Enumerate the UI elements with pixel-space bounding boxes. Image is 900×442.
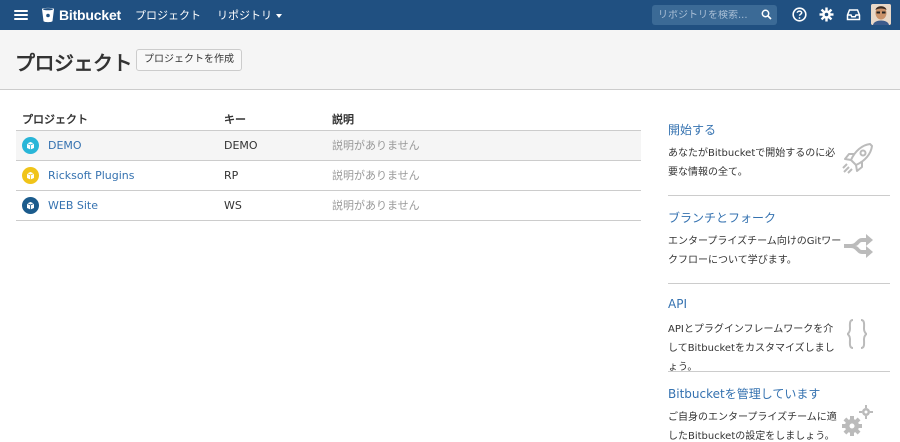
getting-started-sidebar: 開始する あなたがBitbucketで開始するのに必要な情報の全て。 ブランチと… — [668, 108, 890, 442]
column-header-project[interactable]: プロジェクト — [16, 108, 218, 131]
bitbucket-logo[interactable]: Bitbucket — [41, 7, 121, 23]
project-link[interactable]: WEB Site — [22, 196, 212, 214]
tip-title-link[interactable]: API — [668, 297, 687, 311]
table-header-row: プロジェクト キー 説明 — [16, 108, 641, 131]
project-name: WEB Site — [48, 198, 98, 212]
table-row[interactable]: Ricksoft Plugins RP 説明がありません — [16, 160, 641, 191]
brand-name: Bitbucket — [59, 7, 121, 23]
inbox-icon[interactable] — [846, 7, 861, 22]
chevron-down-icon — [276, 14, 282, 18]
gears-icon — [842, 405, 873, 436]
nav-projects-link[interactable]: プロジェクト — [135, 7, 201, 23]
tip-administration: Bitbucketを管理しています ご自身のエンタープライズチームに適したBit… — [668, 372, 890, 442]
nav-repositories-menu[interactable]: リポジトリ — [217, 7, 282, 23]
project-name-cell: Ricksoft Plugins — [16, 160, 218, 191]
column-header-description: 説明 — [326, 108, 641, 131]
help-icon[interactable] — [792, 7, 807, 22]
tip-description: APIとプラグインフレームワークを介してBitbucketをカスタマイズしましょ… — [668, 324, 835, 373]
tip-getting-started: 開始する あなたがBitbucketで開始するのに必要な情報の全て。 — [668, 108, 890, 196]
tip-description: ご自身のエンタープライズチームに適したBitbucketの設定をしましょう。 — [668, 412, 837, 442]
create-project-button[interactable]: プロジェクトを作成 — [136, 49, 242, 71]
project-description: 説明がありません — [326, 160, 641, 191]
project-key: DEMO — [218, 130, 326, 161]
table-row[interactable]: DEMO DEMO 説明がありません — [16, 130, 641, 161]
bucket-icon — [42, 7, 54, 23]
search-input[interactable] — [652, 9, 752, 21]
tip-description: あなたがBitbucketで開始するのに必要な情報の全て。 — [668, 148, 836, 178]
table-row[interactable]: WEB Site WS 説明がありません — [16, 190, 641, 221]
project-avatar-icon — [22, 136, 39, 154]
user-avatar[interactable] — [871, 4, 891, 25]
curly-braces-icon — [846, 319, 868, 349]
user-photo — [871, 4, 891, 25]
search-box[interactable] — [652, 5, 777, 25]
tip-api: API APIとプラグインフレームワークを介してBitbucketをカスタマイズ… — [668, 284, 890, 373]
tip-branches-forks: ブランチとフォーク エンタープライズチーム向けのGitワークフローについて学びま… — [668, 196, 890, 284]
gear-icon[interactable] — [819, 7, 834, 22]
nav-repositories-label: リポジトリ — [217, 9, 272, 22]
project-name: Ricksoft Plugins — [48, 168, 135, 182]
tip-title-link[interactable]: 開始する — [668, 121, 716, 138]
branch-icon — [844, 234, 873, 258]
project-avatar-icon — [22, 196, 39, 214]
page-title: プロジェクト — [15, 51, 133, 75]
project-name: DEMO — [48, 138, 82, 152]
project-description: 説明がありません — [326, 190, 641, 221]
project-key: RP — [218, 160, 326, 191]
tip-title-link[interactable]: Bitbucketを管理しています — [668, 385, 820, 402]
project-name-cell: WEB Site — [16, 190, 218, 221]
project-description: 説明がありません — [326, 130, 641, 161]
search-icon[interactable] — [761, 9, 772, 20]
tip-description: エンタープライズチーム向けのGitワークフローについて学びます。 — [668, 236, 842, 266]
menu-icon[interactable] — [14, 10, 28, 20]
project-key: WS — [218, 190, 326, 221]
rocket-icon — [842, 143, 873, 174]
project-link[interactable]: Ricksoft Plugins — [22, 166, 212, 184]
column-header-key[interactable]: キー — [218, 108, 326, 131]
page-header: プロジェクト プロジェクトを作成 — [0, 30, 900, 90]
project-avatar-icon — [22, 166, 39, 184]
project-link[interactable]: DEMO — [22, 136, 212, 154]
projects-table: プロジェクト キー 説明 DEMO DEMO 説明がありません Ricksoft… — [16, 108, 641, 221]
project-name-cell: DEMO — [16, 130, 218, 161]
tip-title-link[interactable]: ブランチとフォーク — [668, 209, 776, 226]
top-navigation: Bitbucket プロジェクト リポジトリ — [0, 0, 900, 30]
